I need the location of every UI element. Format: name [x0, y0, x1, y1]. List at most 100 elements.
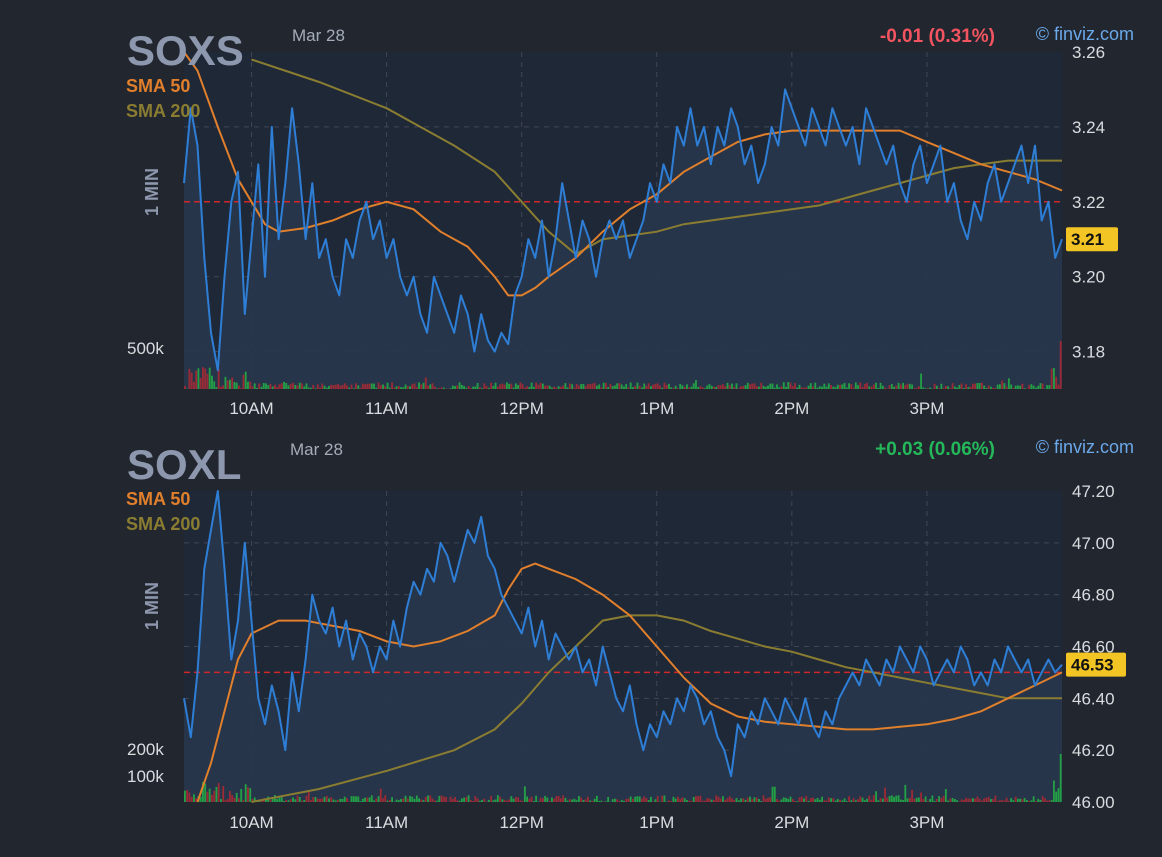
- soxs-volume-bar: [558, 386, 560, 389]
- soxs-volume-bar: [252, 386, 254, 389]
- soxl-volume-bar: [722, 796, 724, 802]
- soxs-volume-bar: [596, 386, 598, 389]
- soxs-volume-bar: [369, 384, 371, 389]
- soxl-volume-bar: [414, 799, 416, 802]
- soxl-volume-bar: [841, 800, 843, 802]
- soxs-volume-bar: [808, 386, 810, 389]
- soxs-volume-bar: [652, 385, 654, 389]
- soxl-volume-bar: [994, 796, 996, 802]
- soxl-volume-bar: [364, 798, 366, 802]
- soxl-volume-bar: [637, 796, 639, 802]
- soxs-volume-label: 500k: [127, 339, 164, 358]
- soxs-volume-bar: [261, 387, 263, 389]
- soxs-volume-bar: [310, 388, 312, 389]
- soxl-volume-bar: [380, 789, 382, 802]
- soxl-volume-bar: [535, 796, 537, 802]
- soxs-volume-bar: [481, 388, 483, 389]
- soxs-volume-bar: [621, 384, 623, 389]
- soxl-volume-bar: [929, 799, 931, 802]
- soxs-volume-bar: [841, 384, 843, 389]
- soxs-volume-bar: [844, 383, 846, 389]
- soxs-volume-bar: [990, 387, 992, 389]
- soxs-volume-bar: [537, 385, 539, 389]
- soxs-volume-bar: [353, 388, 355, 389]
- soxs-volume-bar: [733, 387, 735, 389]
- soxl-volume-bar: [497, 795, 499, 802]
- soxl-volume-bar: [465, 797, 467, 802]
- soxl-volume-bar: [429, 795, 431, 802]
- soxl-volume-bar: [468, 795, 470, 802]
- soxs-y-axis: 3.183.203.223.243.26: [1072, 43, 1105, 362]
- soxs-volume-bar: [560, 387, 562, 389]
- soxs-volume-bar: [209, 368, 211, 389]
- soxs-volume-bar: [868, 386, 870, 389]
- soxs-volume-bar: [603, 383, 605, 389]
- soxl-volume-bar: [947, 801, 949, 802]
- soxs-volume-bar: [817, 388, 819, 389]
- soxs-volume-bar: [513, 388, 515, 389]
- soxs-volume-bar: [495, 383, 497, 389]
- soxl-volume-bar: [628, 798, 630, 802]
- soxl-volume-bar: [499, 797, 501, 802]
- soxs-volume-bar: [189, 369, 191, 389]
- soxs-volume-bar: [270, 384, 272, 389]
- soxs-volume-bar: [1055, 377, 1057, 389]
- soxl-volume-bar: [715, 795, 717, 802]
- soxs-volume-bar: [380, 385, 382, 389]
- soxs-ytick-label: 3.22: [1072, 193, 1105, 212]
- soxl-volume-bar: [963, 800, 965, 802]
- soxl-volume-bar: [990, 799, 992, 802]
- soxl-volume-bar: [382, 798, 384, 802]
- soxs-volume-bar: [801, 388, 803, 390]
- soxl-volume-bar: [895, 796, 897, 802]
- soxs-volume-bar: [1012, 388, 1014, 389]
- soxs-volume-bar: [925, 388, 927, 389]
- soxs-volume-bar: [551, 388, 553, 390]
- soxl-volume-bar: [902, 800, 904, 802]
- soxs-volume-bar: [814, 383, 816, 389]
- soxl-volume-bar: [648, 800, 650, 802]
- soxs-volume-bar: [540, 383, 542, 389]
- soxl-volume-bar: [1058, 788, 1060, 802]
- soxl-volume-bar: [727, 798, 729, 802]
- soxs-volume-bar: [216, 387, 218, 389]
- soxl-volume-bar: [396, 800, 398, 802]
- soxl-y-axis: 46.0046.2046.4046.6046.8047.0047.20: [1072, 482, 1115, 812]
- soxl-volume-bar: [191, 797, 193, 802]
- soxs-volume-bar: [396, 386, 398, 389]
- soxs-volume-bar: [634, 386, 636, 389]
- soxs-volume-bar: [729, 385, 731, 389]
- soxl-volume-bar: [724, 800, 726, 802]
- soxs-volume-bar: [724, 386, 726, 389]
- soxl-volume-bar: [792, 799, 794, 802]
- soxl-volume-bar: [488, 800, 490, 802]
- soxl-volume-bar: [907, 798, 909, 802]
- soxl-volume-bar: [911, 790, 913, 802]
- soxs-xtick-label: 2PM: [774, 399, 809, 418]
- soxs-volume-bar: [387, 383, 389, 389]
- soxl-volume-bar: [288, 800, 290, 802]
- soxs-volume-bar: [884, 388, 886, 389]
- soxl-volume-bar: [193, 794, 195, 802]
- soxs-volume-bar: [306, 383, 308, 389]
- soxl-volume-bar: [310, 800, 312, 802]
- soxl-volume-bar: [846, 801, 848, 802]
- soxl-volume-bar: [1019, 799, 1021, 802]
- soxs-volume-bar: [913, 388, 915, 389]
- soxs-volume-bar: [688, 387, 690, 389]
- soxs-change: -0.01 (0.31%): [880, 26, 995, 47]
- soxl-volume-bar: [508, 799, 510, 802]
- soxs-volume-bar: [1010, 385, 1012, 389]
- soxl-chart-panel: 46.0046.2046.4046.6046.8047.0047.20 10AM…: [126, 437, 1134, 832]
- soxs-volume-bar: [220, 387, 222, 389]
- soxl-volume-bar: [596, 796, 598, 802]
- soxs-volume-bar: [623, 387, 625, 389]
- soxs-volume-bar: [276, 387, 278, 389]
- soxs-volume-bar: [830, 385, 832, 389]
- soxs-volume-bar: [585, 386, 587, 389]
- soxs-volume-bar: [418, 382, 420, 389]
- soxl-volume-bar: [375, 799, 377, 802]
- soxs-volume-bar: [254, 383, 256, 389]
- soxs-volume-bar: [940, 384, 942, 389]
- soxs-volume-bar: [391, 382, 393, 389]
